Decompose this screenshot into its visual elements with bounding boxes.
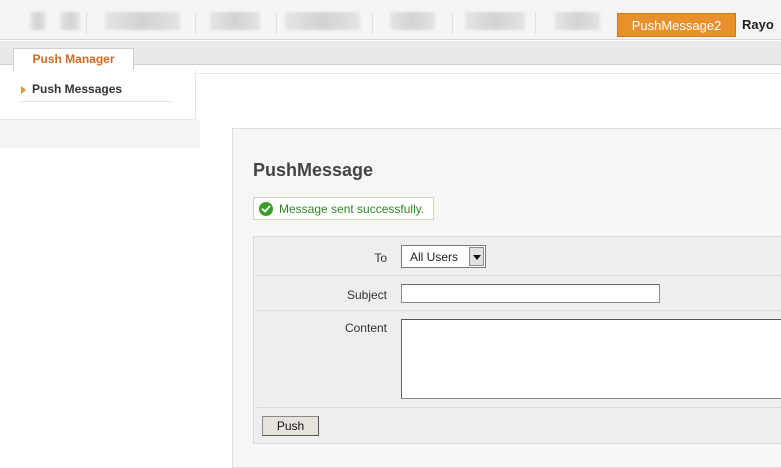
content-textarea[interactable]: [401, 319, 781, 399]
sidebar-item-push-messages[interactable]: Push Messages: [21, 82, 171, 102]
nav-tab-next[interactable]: Rayo: [742, 13, 774, 37]
chevron-down-icon[interactable]: [469, 247, 484, 266]
content-label: Content: [344, 321, 387, 335]
nav-tab-redacted-7[interactable]: [465, 12, 525, 30]
success-notice: Message sent successfully.: [253, 197, 434, 220]
form-row-divider: [257, 407, 781, 408]
form-row-divider: [257, 310, 781, 311]
nav-tab-redacted-6[interactable]: [390, 12, 435, 30]
to-select-value: All Users: [410, 250, 459, 264]
sidebar-shadow: [0, 120, 200, 148]
check-circle-icon: [259, 202, 273, 216]
sidebar-item-label: Push Messages: [32, 82, 123, 96]
form-row-divider: [257, 275, 781, 276]
nav-tab-redacted-8[interactable]: [555, 12, 600, 30]
nav-divider: [276, 12, 277, 34]
success-message: Message sent successfully.: [279, 202, 425, 216]
top-navigation-bar: PushMessage2 Rayo: [0, 0, 781, 40]
nav-tab-redacted-2[interactable]: [60, 12, 80, 30]
content-divider: [196, 73, 781, 74]
subject-input[interactable]: [401, 284, 660, 303]
triangle-right-icon: [21, 86, 26, 94]
tab-push-manager[interactable]: Push Manager: [13, 48, 134, 70]
nav-divider: [372, 12, 373, 34]
page-title: PushMessage: [253, 160, 374, 180]
nav-divider: [535, 12, 536, 34]
nav-divider: [452, 12, 453, 34]
nav-divider: [86, 12, 87, 34]
nav-divider: [195, 12, 196, 34]
nav-tab-pushmessage2[interactable]: PushMessage2: [617, 13, 736, 37]
to-label: To: [374, 251, 387, 265]
push-button[interactable]: Push: [262, 416, 319, 436]
subject-label: Subject: [346, 288, 387, 302]
nav-tab-redacted-1[interactable]: [30, 12, 46, 30]
nav-tab-redacted-4[interactable]: [210, 12, 260, 30]
nav-tab-redacted-5[interactable]: [285, 12, 360, 30]
to-select[interactable]: All Users: [401, 245, 486, 268]
nav-tab-redacted-3[interactable]: [105, 12, 180, 30]
